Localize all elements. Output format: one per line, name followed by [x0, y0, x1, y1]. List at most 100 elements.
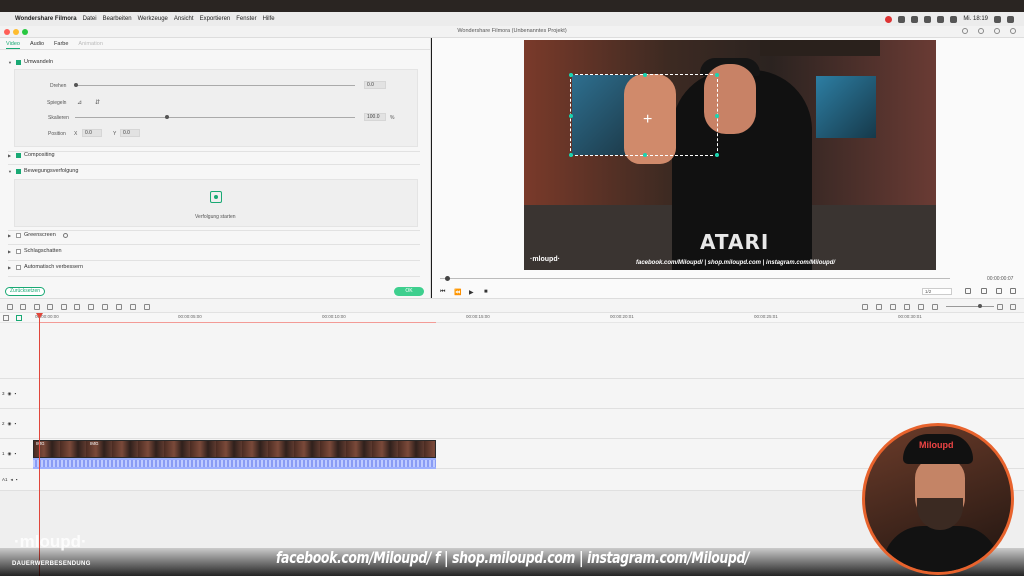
expand-arrow-icon[interactable]: ▼: [8, 169, 13, 174]
timeline-zoom-knob[interactable]: [978, 304, 982, 308]
section-transform-header[interactable]: ▼ Umwandeln: [8, 59, 53, 65]
download-icon[interactable]: [1010, 28, 1016, 34]
tab-farbe[interactable]: Farbe: [54, 41, 68, 49]
selection-handle[interactable]: [569, 153, 573, 157]
speed-icon[interactable]: [74, 304, 80, 310]
expand-arrow-icon[interactable]: ▶: [8, 265, 13, 270]
playback-scrubber[interactable]: [440, 278, 950, 279]
section-motion-tracking-header[interactable]: ▼ Bewegungsverfolgung: [8, 168, 78, 174]
info-icon[interactable]: [62, 232, 68, 238]
undo-icon[interactable]: [7, 304, 13, 310]
lock-icon[interactable]: ▪: [16, 477, 18, 482]
tab-audio[interactable]: Audio: [30, 41, 44, 49]
previous-frame-icon[interactable]: ⏮: [440, 289, 445, 296]
section-auto-enhance-header[interactable]: ▶ Automatisch verbessern: [8, 264, 83, 270]
tab-video[interactable]: Video: [6, 41, 20, 49]
flip-horizontal-icon[interactable]: ⊿: [77, 99, 82, 106]
timeline-zoom-slider[interactable]: [946, 306, 994, 307]
rotate-field[interactable]: 0.0: [364, 81, 386, 89]
render-preview-icon[interactable]: [965, 288, 971, 294]
selection-handle[interactable]: [715, 73, 719, 77]
lock-icon[interactable]: ▪: [14, 391, 16, 396]
wifi-icon[interactable]: [937, 15, 945, 23]
playback-scrubber-knob[interactable]: [445, 276, 451, 281]
audio-waveform[interactable]: [33, 458, 436, 469]
menu-hilfe[interactable]: Hilfe: [263, 16, 275, 22]
selection-handle[interactable]: [643, 73, 647, 77]
menu-app-name[interactable]: Wondershare Filmora: [15, 16, 77, 22]
section-compositing-header[interactable]: ▶ Compositing: [8, 152, 55, 158]
track-3[interactable]: 3 ◉ ▪: [0, 379, 1024, 409]
status-app-icon[interactable]: [911, 15, 919, 23]
lock-icon[interactable]: ▪: [14, 451, 16, 456]
cut-icon[interactable]: [47, 304, 53, 310]
selection-handle[interactable]: [715, 114, 719, 118]
record-icon[interactable]: [885, 15, 893, 23]
status-app-icon[interactable]: [924, 15, 932, 23]
menu-werkzeuge[interactable]: Werkzeuge: [138, 16, 168, 22]
auto-enhance-checkbox[interactable]: [16, 264, 21, 270]
preview-zoom-select[interactable]: 1/2: [922, 288, 952, 295]
voiceover-icon[interactable]: [904, 304, 910, 310]
snapshot-icon[interactable]: [918, 304, 924, 310]
ok-button[interactable]: OK: [394, 287, 424, 296]
start-tracking-label[interactable]: Verfolgung starten: [195, 214, 236, 220]
color-icon[interactable]: [88, 304, 94, 310]
delete-icon[interactable]: [34, 304, 40, 310]
selection-handle[interactable]: [643, 153, 647, 157]
move-crosshair-icon[interactable]: +: [643, 112, 652, 128]
selection-handle[interactable]: [715, 153, 719, 157]
reset-button[interactable]: Zurücksetzen: [5, 287, 46, 296]
speaker-icon[interactable]: ◂: [11, 477, 13, 483]
fullscreen-icon[interactable]: [1010, 288, 1016, 294]
track-2[interactable]: 2 ◉ ▪: [0, 409, 1024, 439]
scale-slider-knob[interactable]: [165, 115, 170, 119]
battery-icon[interactable]: [950, 15, 958, 23]
menu-ansicht[interactable]: Ansicht: [174, 16, 194, 22]
grid-icon[interactable]: [1010, 304, 1016, 310]
position-y-field[interactable]: 0.0: [120, 129, 140, 137]
expand-arrow-icon[interactable]: ▶: [8, 153, 13, 158]
flip-vertical-icon[interactable]: ⇵: [95, 99, 100, 106]
zoom-in-icon[interactable]: [997, 304, 1003, 310]
expand-arrow-icon[interactable]: ▼: [8, 60, 13, 65]
menu-fenster[interactable]: Fenster: [236, 16, 256, 22]
transform-checkbox[interactable]: [16, 59, 21, 65]
settings-icon[interactable]: [144, 304, 150, 310]
expand-arrow-icon[interactable]: ▶: [8, 249, 13, 254]
redo-icon[interactable]: [20, 304, 26, 310]
eye-icon[interactable]: ◉: [8, 421, 12, 427]
greenscreen-checkbox[interactable]: [16, 232, 21, 238]
drop-shadow-checkbox[interactable]: [16, 248, 21, 254]
eye-icon[interactable]: ◉: [8, 451, 12, 457]
selection-handle[interactable]: [569, 73, 573, 77]
audio-adjust-icon[interactable]: [102, 304, 108, 310]
menu-bearbeiten[interactable]: Bearbeiten: [103, 16, 132, 22]
compositing-checkbox[interactable]: [16, 152, 21, 158]
play-icon[interactable]: ▶: [469, 289, 474, 296]
motion-tracking-checkbox[interactable]: [16, 168, 21, 174]
menu-list-icon[interactable]: [1007, 15, 1014, 23]
add-track-icon[interactable]: [3, 315, 9, 321]
tracking-target-icon[interactable]: [210, 191, 222, 203]
expand-arrow-icon[interactable]: ▶: [8, 233, 13, 238]
lock-icon[interactable]: ▪: [14, 421, 16, 426]
sync-icon[interactable]: [978, 28, 984, 34]
rotate-slider[interactable]: [75, 85, 355, 86]
render-icon[interactable]: [862, 304, 868, 310]
position-x-field[interactable]: 0.0: [82, 129, 102, 137]
crop-icon[interactable]: [61, 304, 67, 310]
microphone-icon[interactable]: [890, 304, 896, 310]
tracking-icon[interactable]: [130, 304, 136, 310]
stop-icon[interactable]: ■: [484, 289, 488, 295]
scale-field[interactable]: 100.0: [364, 113, 386, 121]
cart-icon[interactable]: [994, 28, 1000, 34]
eye-icon[interactable]: ◉: [8, 391, 12, 397]
zoom-out-icon[interactable]: [932, 304, 938, 310]
menu-datei[interactable]: Datei: [83, 16, 97, 22]
fit-icon[interactable]: [116, 304, 122, 310]
scale-slider[interactable]: [75, 117, 355, 118]
snapshot-icon[interactable]: [981, 288, 987, 294]
menu-exportieren[interactable]: Exportieren: [200, 16, 231, 22]
volume-icon[interactable]: [996, 288, 1002, 294]
